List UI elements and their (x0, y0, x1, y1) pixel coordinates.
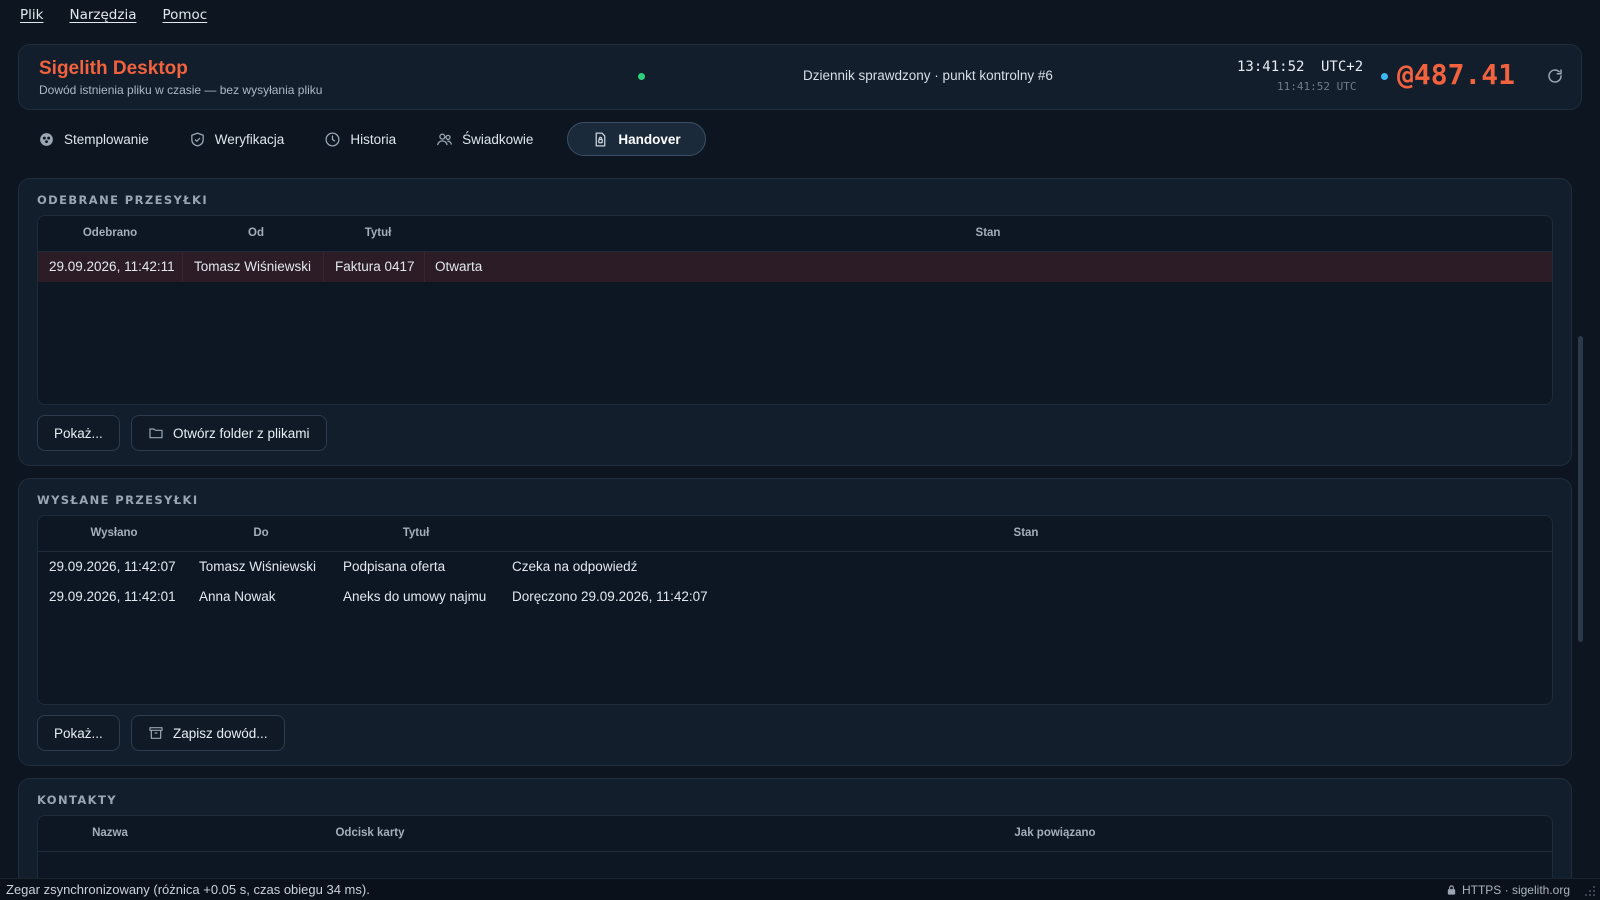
table-row[interactable]: 29.09.2026, 11:42:01 Anna Nowak Aneks do… (38, 582, 1552, 612)
col-od[interactable]: Od (248, 227, 264, 239)
tab-label: Historia (350, 131, 397, 147)
cell-date: 29.09.2026, 11:42:11 (49, 259, 175, 274)
table-header: Nazwa Odcisk karty Jak powiązano (38, 816, 1552, 852)
cell-date: 29.09.2026, 11:42:07 (49, 559, 176, 574)
cell-to: Anna Nowak (199, 589, 276, 604)
cell-title: Faktura 0417 (335, 259, 415, 274)
sent-title: WYSŁANE PRZESYŁKI (37, 493, 199, 507)
status-bar: Zegar zsynchronizowany (różnica +0.05 s,… (0, 878, 1600, 900)
tab-label: Stemplowanie (64, 131, 149, 147)
menu-help[interactable]: Pomoc (162, 7, 207, 23)
sent-panel: WYSŁANE PRZESYŁKI Wysłano Do Tytuł Stan … (18, 478, 1572, 766)
journal-status: Dziennik sprawdzony · punkt kontrolny #6 (803, 68, 1053, 83)
col-wyslano[interactable]: Wysłano (90, 527, 137, 539)
sent-table: Wysłano Do Tytuł Stan 29.09.2026, 11:42:… (37, 515, 1553, 705)
received-title: ODEBRANE PRZESYŁKI (37, 193, 209, 207)
cell-state: Otwarta (435, 259, 483, 274)
clock-local: 13:41:52 (1237, 59, 1305, 75)
table-row[interactable]: 29.09.2026, 11:42:11 Tomasz Wiśniewski F… (38, 252, 1552, 282)
connection-label: HTTPS · sigelith.org (1461, 883, 1570, 897)
col-stan[interactable]: Stan (976, 227, 1001, 239)
clock-icon (325, 131, 340, 147)
menu-file[interactable]: Plik (20, 7, 43, 23)
clock-timezone: UTC+2 (1321, 59, 1364, 75)
refresh-icon[interactable] (1546, 67, 1564, 85)
clock-sync-status: Zegar zsynchronizowany (różnica +0.05 s,… (6, 882, 370, 897)
cell-divider (182, 252, 183, 282)
tab-handover[interactable]: Handover (567, 122, 706, 156)
received-show-button[interactable]: Pokaż... (37, 415, 120, 451)
cell-from: Tomasz Wiśniewski (194, 259, 312, 274)
sent-show-button[interactable]: Pokaż... (37, 715, 120, 751)
col-tytul[interactable]: Tytuł (365, 227, 392, 239)
folder-icon (149, 428, 163, 439)
col-stan[interactable]: Stan (1014, 527, 1039, 539)
sync-status-dot-icon (1381, 73, 1388, 80)
tab-swiadkowie[interactable]: Świadkowie (416, 122, 553, 156)
button-label: Pokaż... (54, 425, 103, 441)
col-odebrano[interactable]: Odebrano (83, 227, 137, 239)
cell-date: 29.09.2026, 11:42:01 (49, 589, 176, 604)
contacts-title: KONTAKTY (37, 793, 117, 807)
cell-title: Podpisana oferta (343, 559, 446, 574)
table-header: Wysłano Do Tytuł Stan (38, 516, 1552, 552)
col-tytul[interactable]: Tytuł (403, 527, 430, 539)
button-label: Pokaż... (54, 725, 103, 741)
tab-label: Weryfikacja (214, 131, 285, 147)
document-lock-icon (596, 131, 606, 147)
tab-stemplowanie[interactable]: Stemplowanie (18, 122, 169, 156)
app-subtitle: Dowód istnienia pliku w czasie — bez wys… (39, 83, 323, 97)
journal-status-dot-icon (638, 73, 645, 80)
col-do[interactable]: Do (253, 527, 268, 539)
app-header: Sigelith Desktop Dowód istnienia pliku w… (18, 44, 1582, 110)
tab-historia[interactable]: Historia (304, 122, 416, 156)
cell-divider (424, 252, 425, 282)
tab-label: Handover (618, 131, 681, 147)
resize-grip-icon[interactable] (1584, 885, 1596, 897)
shield-check-icon (190, 131, 204, 147)
tab-label: Świadkowie (462, 131, 534, 147)
open-folder-button[interactable]: Otwórz folder z plikami (131, 415, 327, 451)
col-jak-powiazano[interactable]: Jak powiązano (1014, 827, 1095, 839)
lock-icon (1447, 885, 1456, 895)
table-header: Odebrano Od Tytuł Stan (38, 216, 1552, 252)
cell-state: Doręczono 29.09.2026, 11:42:07 (512, 589, 708, 604)
cell-to: Tomasz Wiśniewski (199, 559, 317, 574)
cell-state: Czeka na odpowiedź (512, 559, 638, 574)
table-row[interactable]: 29.09.2026, 11:42:07 Tomasz Wiśniewski P… (38, 552, 1552, 582)
received-table: Odebrano Od Tytuł Stan 29.09.2026, 11:42… (37, 215, 1553, 405)
menu-tools[interactable]: Narzędzia (69, 7, 136, 23)
main-tabs: Stemplowanie Weryfikacja Historia Świadk… (18, 122, 706, 156)
col-odcisk-karty[interactable]: Odcisk karty (335, 827, 404, 839)
menu-bar: Plik Narzędzia Pomoc (0, 0, 1600, 30)
button-label: Otwórz folder z plikami (173, 425, 310, 441)
connection-status: HTTPS · sigelith.org (1446, 883, 1570, 897)
button-label: Zapisz dowód... (173, 725, 268, 741)
users-icon (437, 133, 452, 145)
app-title: Sigelith Desktop (39, 58, 188, 79)
col-nazwa[interactable]: Nazwa (92, 827, 128, 839)
save-proof-button[interactable]: Zapisz dowód... (131, 715, 285, 751)
tab-weryfikacja[interactable]: Weryfikacja (169, 122, 305, 156)
stamp-icon (40, 132, 53, 146)
clock-utc: 11:41:52 UTC (1277, 80, 1357, 93)
scrollbar-thumb[interactable] (1578, 336, 1583, 642)
archive-icon (149, 727, 163, 739)
cell-title: Aneks do umowy najmu (343, 589, 487, 604)
balance: @487.41 (1397, 58, 1516, 91)
cell-divider (323, 252, 324, 282)
received-panel: ODEBRANE PRZESYŁKI Odebrano Od Tytuł Sta… (18, 178, 1572, 466)
